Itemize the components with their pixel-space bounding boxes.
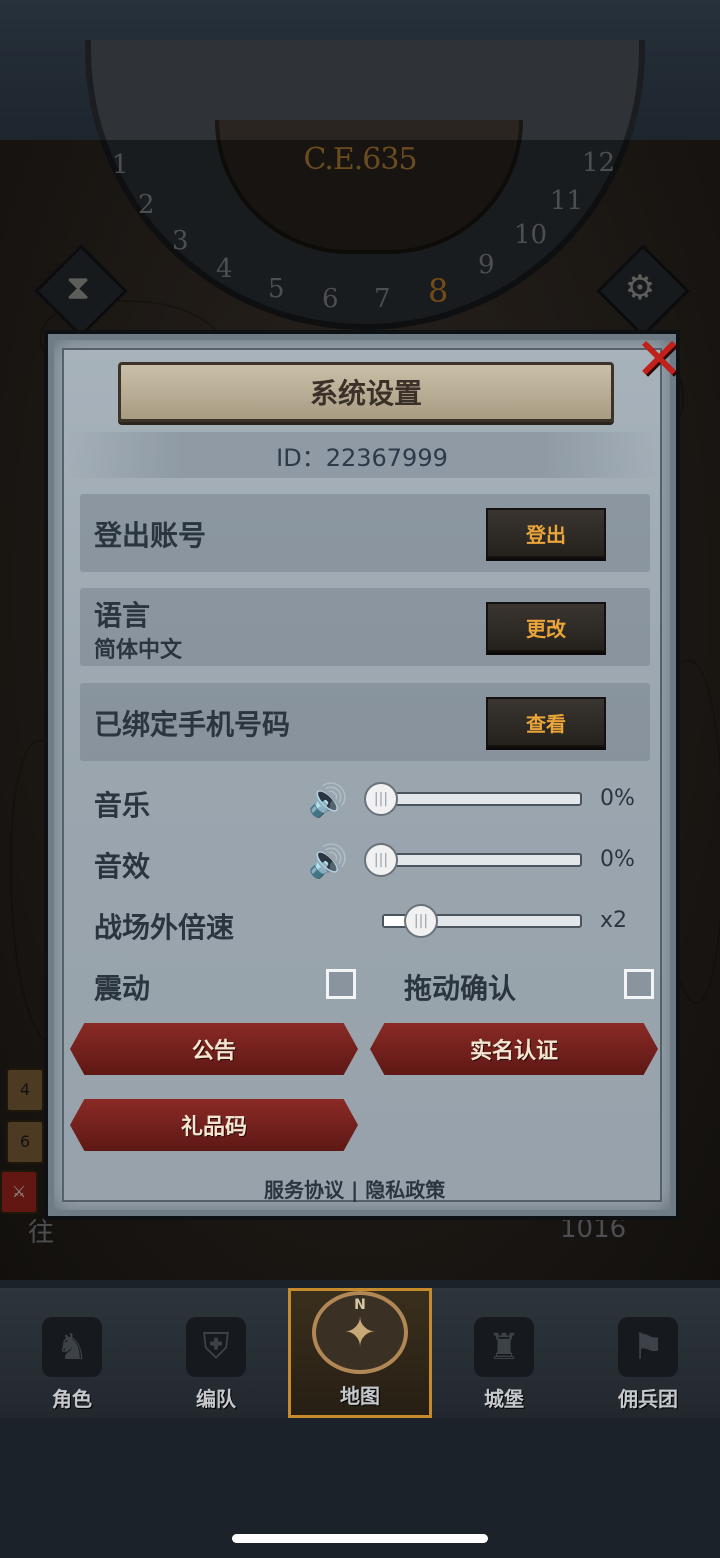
nav-tab-label: 编队 <box>196 1387 236 1411</box>
music-slider-handle[interactable]: ||| <box>364 782 398 816</box>
language-value: 简体中文 <box>94 638 183 663</box>
bottom-nav: ♞ 角色 ⛨ 编队 N ✦ 地图 ♜ 城堡 ⚑ 佣兵团 <box>0 1288 720 1418</box>
nav-tab-label: 佣兵团 <box>618 1387 678 1411</box>
drag-confirm-checkbox[interactable] <box>624 969 654 999</box>
music-slider[interactable] <box>366 792 582 806</box>
vibration-checkbox[interactable] <box>326 969 356 999</box>
vibration-label: 震动 <box>94 972 151 1005</box>
legal-links: 服务协议 | 隐私政策 <box>264 1174 445 1203</box>
nav-tab-label: 角色 <box>52 1387 92 1411</box>
player-id-bar: ID：22367999 <box>64 432 660 478</box>
banner-icon: ⚑ <box>618 1317 678 1377</box>
view-phone-button[interactable]: 查看 <box>486 697 606 747</box>
compass-north-letter: N <box>354 1297 366 1313</box>
nav-tab-mercenary[interactable]: ⚑ 佣兵团 <box>576 1288 720 1418</box>
speed-value: x2 <box>600 908 628 933</box>
close-button[interactable]: ✕ <box>632 330 686 388</box>
speed-slider-handle[interactable]: ||| <box>404 904 438 938</box>
speaker-icon[interactable]: 🔊 <box>308 780 354 820</box>
phone-label: 已绑定手机号码 <box>94 708 291 741</box>
nav-tab-label: 地图 <box>340 1384 380 1408</box>
gift-code-button[interactable]: 礼品码 <box>70 1099 358 1151</box>
logout-button[interactable]: 登出 <box>486 508 606 558</box>
sfx-value: 0% <box>600 847 635 872</box>
nav-tab-map[interactable]: N ✦ 地图 <box>288 1288 432 1418</box>
nav-tab-castle[interactable]: ♜ 城堡 <box>432 1288 576 1418</box>
player-id: ID：22367999 <box>276 443 448 472</box>
links-separator: | <box>350 1178 359 1202</box>
sfx-slider-handle[interactable]: ||| <box>364 843 398 877</box>
sfx-slider[interactable] <box>366 853 582 867</box>
music-value: 0% <box>600 786 635 811</box>
sfx-label: 音效 <box>94 850 151 883</box>
privacy-policy-link[interactable]: 隐私政策 <box>365 1178 445 1202</box>
real-name-verify-button[interactable]: 实名认证 <box>370 1023 658 1075</box>
music-label: 音乐 <box>94 789 151 822</box>
drag-confirm-label: 拖动确认 <box>404 972 517 1005</box>
dialog-title: 系统设置 <box>309 377 422 410</box>
speaker-icon[interactable]: 🔊 <box>308 841 354 881</box>
nav-tab-formation[interactable]: ⛨ 编队 <box>144 1288 288 1418</box>
logout-label: 登出账号 <box>94 519 207 552</box>
dialog-title-plate: 系统设置 <box>118 362 614 422</box>
home-indicator[interactable] <box>232 1534 488 1543</box>
speed-label: 战场外倍速 <box>94 911 235 944</box>
close-icon: ✕ <box>634 325 684 393</box>
announcement-button[interactable]: 公告 <box>70 1023 358 1075</box>
change-language-button[interactable]: 更改 <box>486 602 606 652</box>
terms-of-service-link[interactable]: 服务协议 <box>264 1178 344 1202</box>
nav-tab-label: 城堡 <box>484 1387 524 1411</box>
helmet-icon: ⛨ <box>186 1317 246 1377</box>
language-label: 语言 <box>94 599 151 632</box>
nav-tab-character[interactable]: ♞ 角色 <box>0 1288 144 1418</box>
castle-icon: ♜ <box>474 1317 534 1377</box>
knight-icon: ♞ <box>42 1317 102 1377</box>
